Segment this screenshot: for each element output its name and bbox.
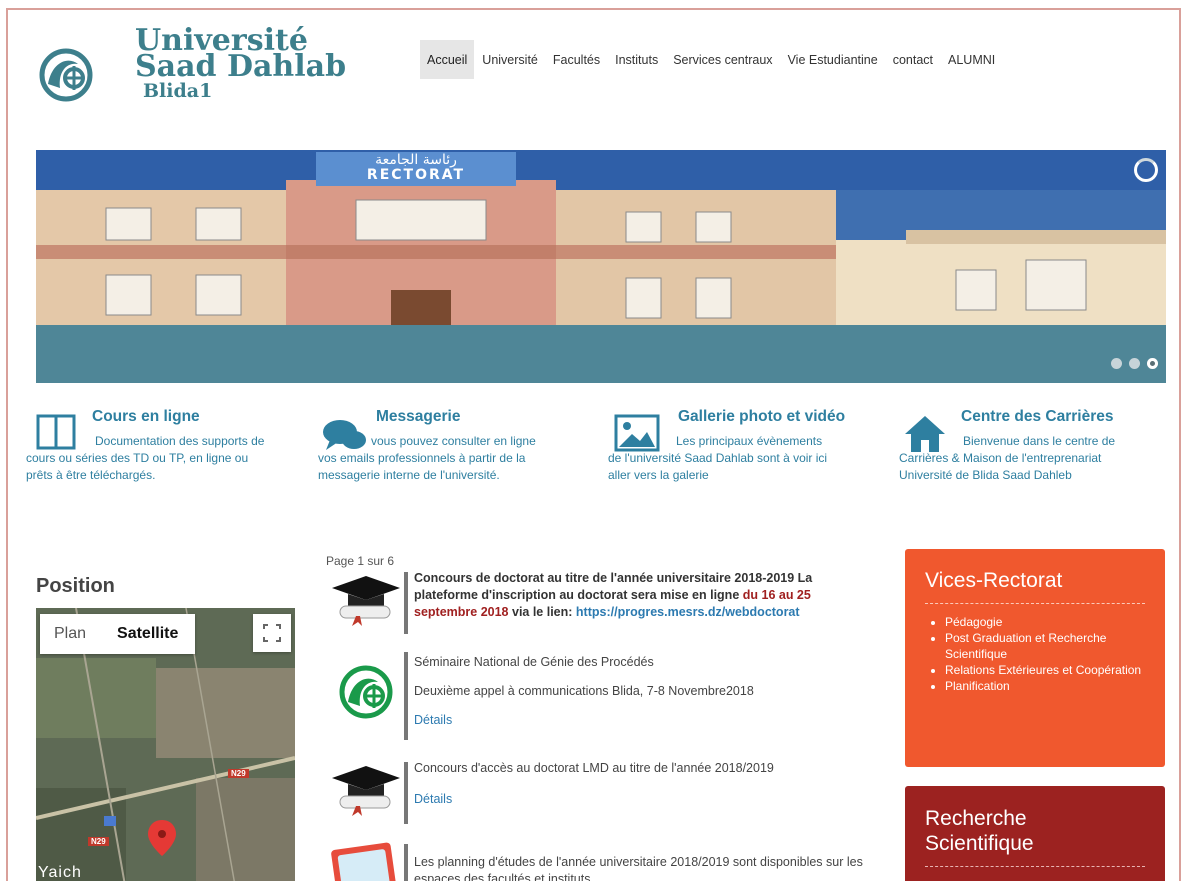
vice-item-post-graduation[interactable]: Post Graduation et Recherche Scientifiqu… — [945, 630, 1143, 662]
news-divider — [404, 844, 408, 881]
graduation-cap-icon — [332, 576, 400, 626]
home-icon — [905, 416, 945, 452]
hero-slider[interactable]: رئاسة الجامعة RECTORAT — [36, 150, 1166, 383]
news-body: Concours de doctorat au titre de l'année… — [414, 570, 871, 621]
feature-text-line: cours ou séries des TD ou TP, en ligne o… — [26, 451, 249, 465]
google-map[interactable]: N29 N29 Yaich Plan Satellite — [36, 608, 295, 881]
university-logo-icon — [339, 665, 393, 719]
news-text: via le lien: — [508, 605, 576, 619]
news-item[interactable]: Concours de doctorat au titre de l'année… — [326, 566, 871, 636]
position-title: Position — [36, 575, 115, 597]
news-text: Concours d'accès au doctorat LMD au titr… — [414, 761, 774, 775]
news-text: Deuxième appel à communications Blida, 7… — [414, 684, 754, 698]
vice-item-relations-exterieures[interactable]: Relations Extérieures et Coopération — [945, 662, 1143, 678]
nav-item-services-centraux[interactable]: Services centraux — [666, 40, 779, 79]
slider-dot-3[interactable] — [1147, 358, 1158, 369]
road-label-n29-2: N29 — [88, 837, 109, 846]
feature-text-line: aller vers la galerie — [608, 468, 709, 482]
university-logo-text[interactable]: Université Saad Dahlab Blida1 — [135, 26, 347, 103]
nav-item-facultes[interactable]: Facultés — [546, 40, 607, 79]
feature-centre-carrieres[interactable]: Centre des Carrières Bienvenue dans le c… — [899, 408, 1167, 484]
image-gallery-icon — [614, 414, 660, 452]
feature-text-line: Bienvenue dans le centre de — [963, 434, 1116, 448]
feature-text-line: vous pouvez consulter en ligne — [371, 434, 536, 448]
feature-text-line: Documentation des supports de — [95, 434, 265, 448]
slider-dot-1[interactable] — [1111, 358, 1122, 369]
news-divider — [404, 572, 408, 634]
nav-item-contact[interactable]: contact — [886, 40, 940, 79]
news-text: Les planning d'études de l'année univers… — [414, 855, 863, 881]
logo-line-2: Saad Dahlab — [135, 49, 347, 84]
recherche-title-line2: Scientifique — [925, 832, 1034, 855]
nav-item-universite[interactable]: Université — [475, 40, 545, 79]
map-type-control: Plan Satellite — [40, 614, 196, 654]
rectorat-sign-latin: RECTORAT — [366, 167, 466, 183]
feature-messagerie[interactable]: Messagerie vous pouvez consulter en lign… — [318, 408, 586, 484]
news-divider — [404, 652, 408, 740]
fullscreen-button[interactable] — [253, 614, 291, 652]
main-navigation: Accueil Université Facultés Instituts Se… — [420, 40, 1003, 79]
nav-item-accueil[interactable]: Accueil — [420, 40, 475, 79]
feature-title[interactable]: Cours en ligne — [92, 408, 294, 425]
slider-pagination — [1111, 358, 1158, 369]
nav-item-alumni[interactable]: ALUMNI — [941, 40, 1002, 79]
page-frame: Université Saad Dahlab Blida1 Accueil Un… — [6, 8, 1181, 881]
slider-dot-2[interactable] — [1129, 358, 1140, 369]
map-tab-satellite[interactable]: Satellite — [100, 614, 195, 654]
news-divider — [404, 762, 408, 824]
vice-item-pedagogie[interactable]: Pédagogie — [945, 614, 1143, 630]
news-details-link[interactable]: Détails — [414, 712, 871, 729]
slider-pause-icon[interactable] — [1134, 158, 1158, 182]
feature-cours-en-ligne[interactable]: Cours en ligne Documentation des support… — [26, 408, 294, 484]
feature-title[interactable]: Messagerie — [376, 408, 586, 425]
news-item[interactable]: Les planning d'études de l'année univers… — [326, 838, 871, 881]
vices-rectorat-panel: Vices-Rectorat Pédagogie Post Graduation… — [905, 549, 1165, 767]
news-details-link[interactable]: Détails — [414, 791, 871, 808]
graduation-cap-icon — [332, 766, 400, 816]
feature-title[interactable]: Gallerie photo et vidéo — [678, 408, 883, 425]
feature-text-line: de l'université Saad Dahlab sont à voir … — [608, 451, 828, 465]
place-label: Yaich — [38, 864, 82, 881]
recherche-scientifique-panel: Recherche Scientifique — [905, 786, 1165, 881]
news-body: Les planning d'études de l'année univers… — [414, 854, 871, 881]
university-logo-icon[interactable] — [38, 44, 94, 106]
divider — [925, 603, 1145, 604]
recherche-title-line1: Recherche — [925, 807, 1027, 830]
news-text: Séminaire National de Génie des Procédés — [414, 655, 654, 669]
road-label-n29: N29 — [228, 769, 249, 778]
nav-item-vie-estudiantine[interactable]: Vie Estudiantine — [781, 40, 885, 79]
feature-title[interactable]: Centre des Carrières — [961, 408, 1167, 425]
feature-text-line: Les principaux évènements — [676, 434, 823, 448]
book-icon — [36, 414, 76, 450]
news-body: Concours d'accès au doctorat LMD au titr… — [414, 760, 871, 808]
feature-text-line: messagerie interne de l'université. — [318, 468, 500, 482]
recherche-title: Recherche Scientifique — [905, 786, 1165, 856]
rectorat-sign-arabic: رئاسة الجامعة — [375, 152, 457, 168]
news-body: Séminaire National de Génie des Procédés… — [414, 654, 871, 729]
feature-text-line: Université de Blida Saad Dahleb — [899, 468, 1072, 482]
planning-book-icon — [331, 842, 397, 881]
news-link[interactable]: https://progres.mesrs.dz/webdoctorat — [576, 605, 800, 619]
news-item[interactable]: Concours d'accès au doctorat LMD au titr… — [326, 756, 871, 826]
divider — [925, 866, 1145, 867]
vice-item-planification[interactable]: Planification — [945, 678, 1143, 694]
fullscreen-icon — [263, 624, 281, 642]
nav-item-instituts[interactable]: Instituts — [608, 40, 665, 79]
rectorat-building-photo — [36, 150, 1166, 325]
feature-text-line: prêts à être téléchargés. — [26, 468, 156, 482]
chat-bubbles-icon — [323, 420, 366, 450]
news-item[interactable]: Séminaire National de Génie des Procédés… — [326, 650, 871, 740]
vices-rectorat-list: Pédagogie Post Graduation et Recherche S… — [905, 614, 1165, 694]
vices-rectorat-title: Vices-Rectorat — [925, 569, 1063, 592]
map-tab-plan[interactable]: Plan — [40, 614, 100, 654]
feature-gallerie[interactable]: Gallerie photo et vidéo Les principaux é… — [608, 408, 883, 484]
